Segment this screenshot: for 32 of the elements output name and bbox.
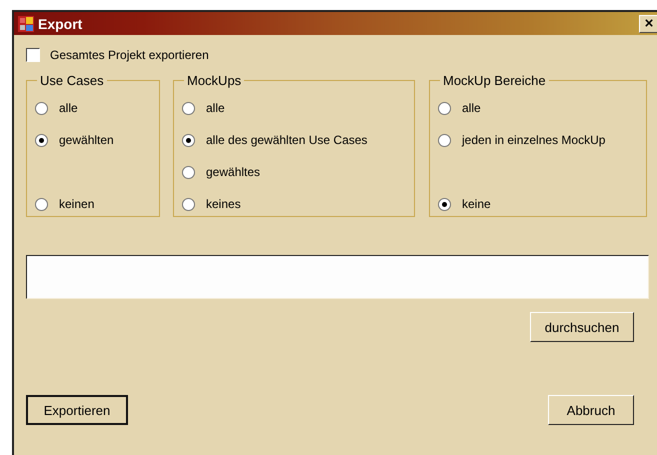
dialog-button[interactable]: Exportieren <box>26 395 128 425</box>
radio-label: gewählten <box>59 133 114 147</box>
radio-button[interactable] <box>438 198 451 210</box>
radio-label: jeden in einzelnes MockUp <box>462 133 606 147</box>
group-title: Use Cases <box>39 73 105 88</box>
radio-label: keines <box>206 197 241 211</box>
radio-button[interactable] <box>182 198 195 210</box>
radio-button[interactable] <box>182 134 195 146</box>
window-title: Export <box>38 16 84 32</box>
radio-label: alle <box>462 101 481 115</box>
radio-label: gewähltes <box>206 165 260 179</box>
checkbox[interactable] <box>26 48 40 62</box>
radio-label: keinen <box>59 197 94 211</box>
radio-button[interactable] <box>438 102 451 114</box>
radio-label: alle <box>206 101 225 115</box>
radio-button[interactable] <box>35 198 48 210</box>
path-field[interactable] <box>26 255 649 299</box>
group-title: MockUps <box>186 73 242 88</box>
radio-button[interactable] <box>182 166 195 178</box>
radio-button[interactable] <box>182 102 195 114</box>
radio-label: keine <box>462 197 491 211</box>
radio-label: alle des gewählten Use Cases <box>206 133 368 147</box>
radio-button[interactable] <box>35 102 48 114</box>
dialog-button[interactable]: Abbruch <box>548 395 634 425</box>
group-title: MockUp Bereiche <box>442 73 547 88</box>
close-button[interactable]: × <box>639 14 657 32</box>
radio-button[interactable] <box>438 134 451 146</box>
browse-button[interactable]: durchsuchen <box>530 312 634 342</box>
radio-label: alle <box>59 101 78 115</box>
app-icon <box>18 16 34 32</box>
checkbox-label: Gesamtes Projekt exportieren <box>50 48 209 62</box>
radio-button[interactable] <box>35 134 48 146</box>
